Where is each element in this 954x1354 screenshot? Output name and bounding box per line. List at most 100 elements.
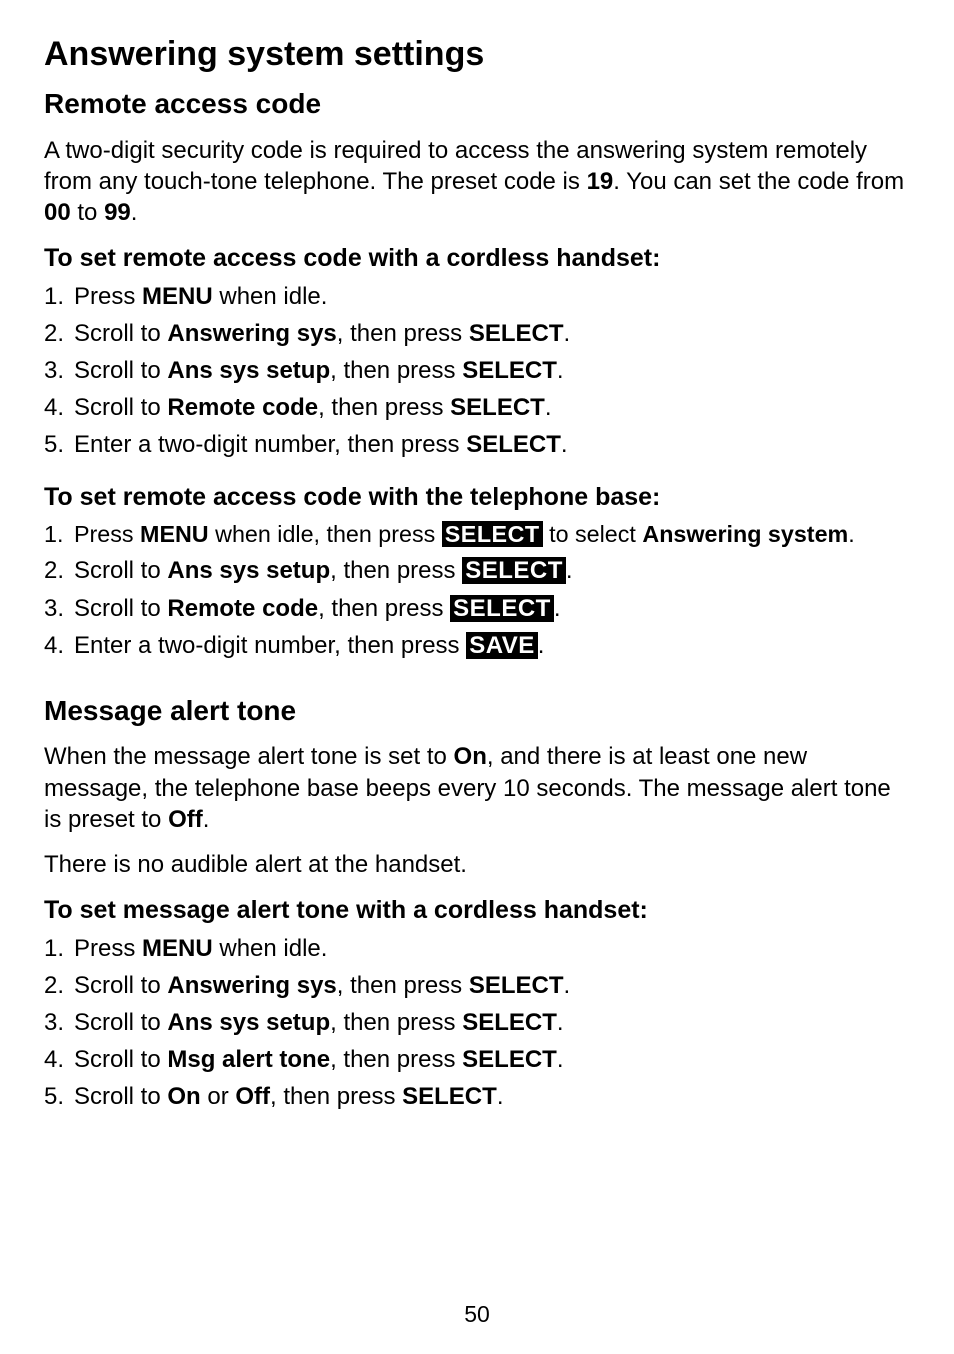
text: Scroll to [74,1009,167,1036]
list-item: Press MENU when idle. [44,281,910,312]
text: . [203,806,210,833]
text: Press [74,283,142,310]
subheading-alert-handset: To set message alert tone with a cordles… [44,894,910,927]
menu-item: Remote code [167,394,318,421]
code-max: 99 [104,199,131,226]
key-select: SELECT [402,1083,497,1110]
list-item: Scroll to Msg alert tone, then press SEL… [44,1044,910,1075]
key-select: SELECT [450,394,545,421]
text: Enter a two-digit number, then press [74,632,466,659]
list-item: Scroll to Answering sys, then press SELE… [44,318,910,349]
menu-item: Answering sys [167,972,336,999]
text: when idle, then press [209,521,442,547]
list-item: Scroll to Remote code, then press SELECT… [44,392,910,423]
text: . [545,394,552,421]
alert-paragraph-1: When the message alert tone is set to On… [44,741,910,835]
subheading-base: To set remote access code with the telep… [44,481,910,514]
menu-item: Msg alert tone [167,1046,330,1073]
text: . [554,595,561,622]
base-steps-list: Press MENU when idle, then press SELECT … [44,519,910,661]
alert-handset-steps-list: Press MENU when idle. Scroll to Answerin… [44,933,910,1113]
text: , then press [337,320,469,347]
key-menu: MENU [142,283,213,310]
subheading-handset: To set remote access code with a cordles… [44,242,910,275]
text: . [566,557,573,584]
text: . [564,972,571,999]
key-select: SELECT [466,431,561,458]
text: , then press [318,595,450,622]
menu-item: Ans sys setup [167,557,330,584]
text: Scroll to [74,972,167,999]
menu-item: Remote code [167,595,318,622]
list-item: Scroll to Ans sys setup, then press SELE… [44,555,910,586]
key-select: SELECT [462,1009,557,1036]
text: when idle. [213,283,328,310]
value-off: Off [235,1083,270,1110]
value-on: On [454,743,487,770]
list-item: Press MENU when idle, then press SELECT … [44,519,910,549]
text: to [71,199,104,226]
key-menu: MENU [140,521,209,547]
page-number: 50 [0,1300,954,1330]
text: , then press [330,1046,462,1073]
text: or [201,1083,236,1110]
key-select: SELECT [469,972,564,999]
text: . [538,632,545,659]
list-item: Enter a two-digit number, then press SEL… [44,429,910,460]
menu-item: Ans sys setup [167,357,330,384]
section-heading-remote-access: Remote access code [44,86,910,122]
alert-paragraph-2: There is no audible alert at the handset… [44,849,910,880]
key-menu: MENU [142,935,213,962]
key-select: SELECT [462,1046,557,1073]
text: Scroll to [74,357,167,384]
list-item: Enter a two-digit number, then press SAV… [44,630,910,661]
text: . [848,521,854,547]
text: Press [74,521,140,547]
value-on: On [167,1083,200,1110]
text: , then press [270,1083,402,1110]
text: Scroll to [74,394,167,421]
text: . [131,199,138,226]
text: , then press [330,357,462,384]
text: , then press [337,972,469,999]
text: . [557,357,564,384]
text: Scroll to [74,557,167,584]
text: . [497,1083,504,1110]
key-select: SELECT [469,320,564,347]
menu-item: Answering system [642,521,848,547]
text: . [557,1009,564,1036]
code-min: 00 [44,199,71,226]
list-item: Scroll to Ans sys setup, then press SELE… [44,1007,910,1038]
list-item: Scroll to On or Off, then press SELECT. [44,1081,910,1112]
list-item: Scroll to Answering sys, then press SELE… [44,970,910,1001]
intro-paragraph: A two-digit security code is required to… [44,135,910,229]
text: . [564,320,571,347]
list-item: Scroll to Remote code, then press SELECT… [44,593,910,624]
softkey-select: SELECT [450,595,554,622]
section-heading-message-alert: Message alert tone [44,693,910,729]
text: Scroll to [74,320,167,347]
text: , then press [330,1009,462,1036]
text: . [561,431,568,458]
text: Scroll to [74,595,167,622]
value-off: Off [168,806,203,833]
text: . [557,1046,564,1073]
text: when idle. [213,935,328,962]
softkey-save: SAVE [466,632,538,659]
text: Press [74,935,142,962]
list-item: Scroll to Ans sys setup, then press SELE… [44,355,910,386]
text: , then press [318,394,450,421]
menu-item: Ans sys setup [167,1009,330,1036]
text: Scroll to [74,1046,167,1073]
key-select: SELECT [462,357,557,384]
handset-steps-list: Press MENU when idle. Scroll to Answerin… [44,281,910,461]
text: . You can set the code from [613,168,904,195]
text: When the message alert tone is set to [44,743,454,770]
menu-item: Answering sys [167,320,336,347]
text: , then press [330,557,462,584]
softkey-select: SELECT [462,557,566,584]
text: Enter a two-digit number, then press [74,431,466,458]
list-item: Press MENU when idle. [44,933,910,964]
text: to select [543,521,643,547]
softkey-select: SELECT [442,521,543,547]
